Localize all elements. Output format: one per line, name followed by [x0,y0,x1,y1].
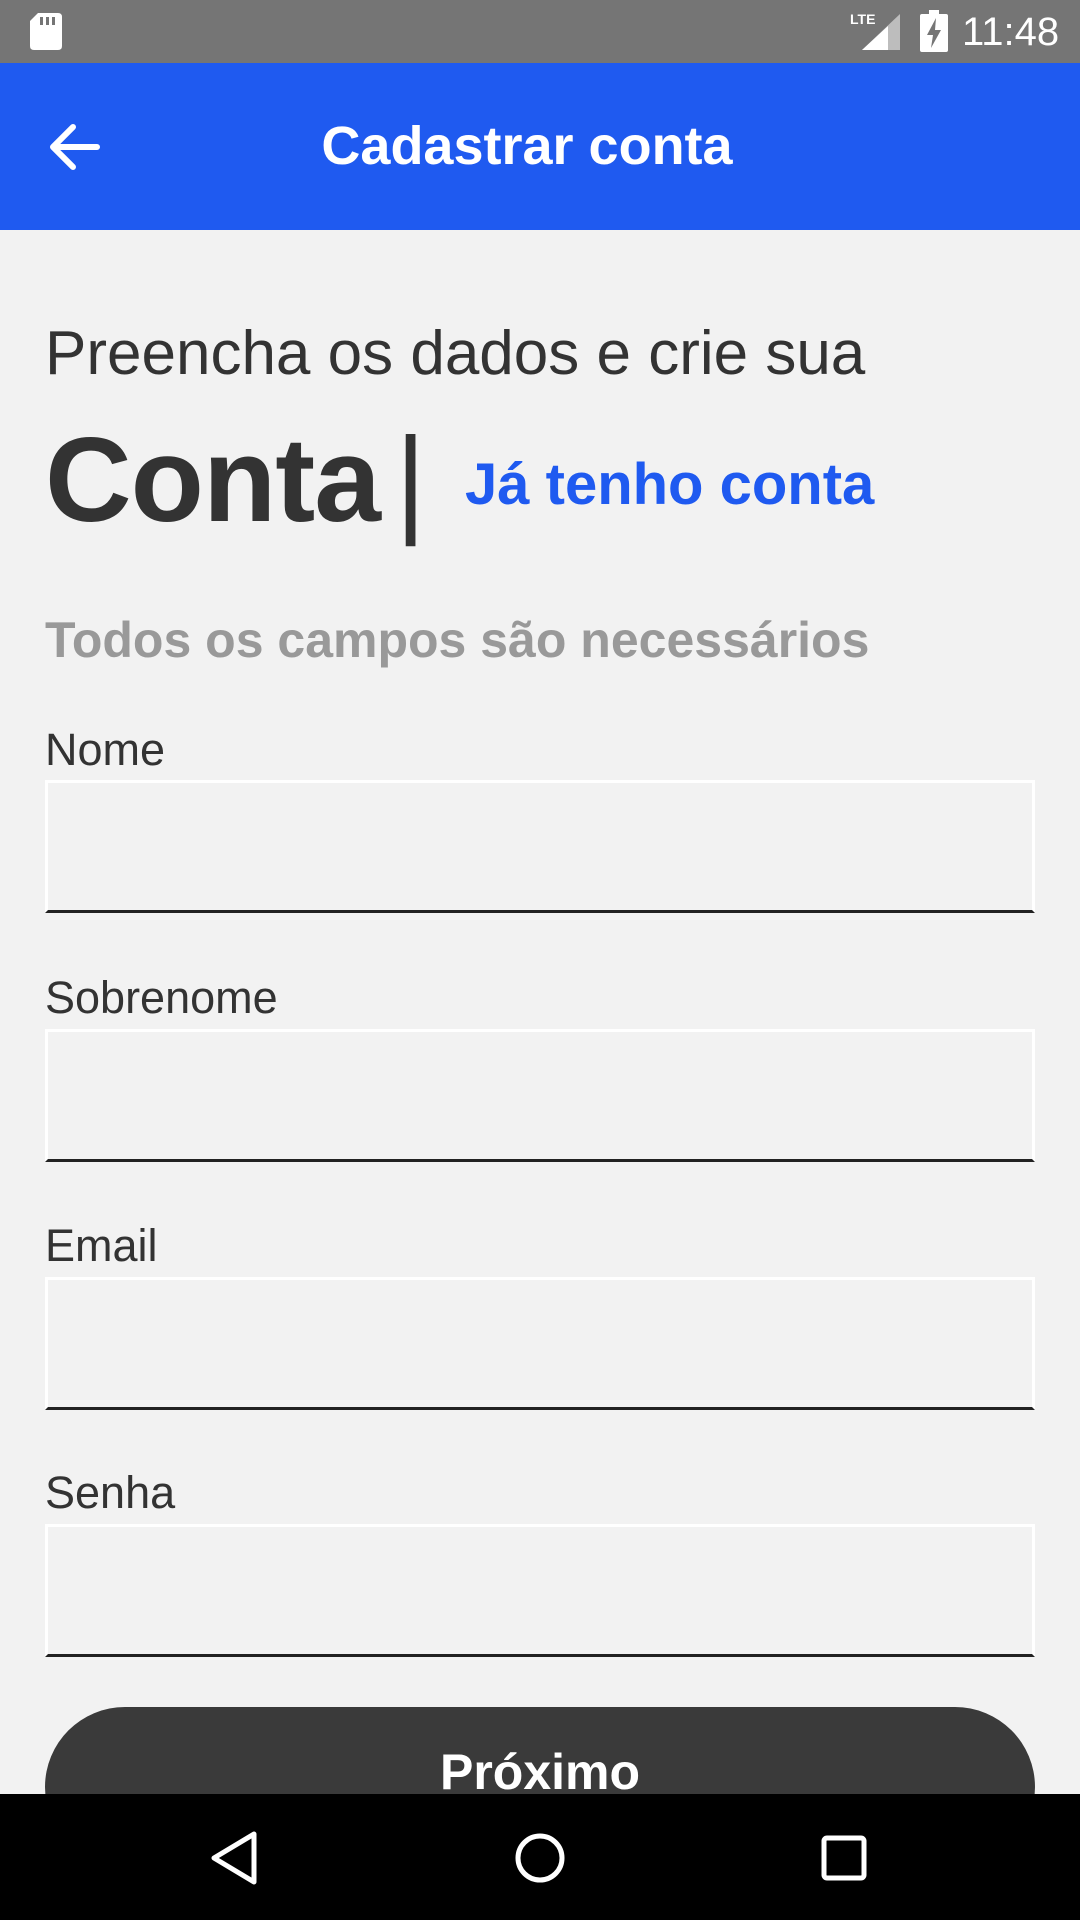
status-time: 11:48 [962,10,1060,54]
surname-label: Sobrenome [45,972,278,1023]
app-bar-title: Cadastrar conta [321,116,733,176]
required-note: Todos os campos são necessários [45,612,870,668]
battery-charging-icon [920,10,948,52]
page-title: Conta [45,413,381,547]
status-bar: LTE 11:48 [0,0,1080,63]
svg-text:LTE: LTE [850,11,875,27]
password-label: Senha [45,1467,176,1518]
nav-recents-icon[interactable] [808,1822,880,1894]
name-field[interactable] [45,780,1035,913]
password-field[interactable] [45,1524,1035,1657]
name-label: Nome [45,724,166,775]
nav-back-icon[interactable] [200,1822,272,1894]
screen: LTE 11:48 Cadastrar conta Preencha os da… [0,0,1080,1920]
email-field[interactable] [45,1277,1035,1410]
nav-home-icon[interactable] [504,1822,576,1894]
title-separator: | [395,413,427,547]
sd-card-icon [30,13,62,50]
surname-field[interactable] [45,1029,1035,1162]
intro-text: Preencha os dados e crie sua [45,319,866,388]
lte-signal-icon: LTE [850,11,900,50]
navigation-bar [0,1794,1080,1920]
title-row: Conta | Já tenho conta [45,410,1045,550]
email-label: Email [45,1220,158,1271]
login-link[interactable]: Já tenho conta [465,453,874,517]
app-bar: Cadastrar conta [0,63,1080,230]
